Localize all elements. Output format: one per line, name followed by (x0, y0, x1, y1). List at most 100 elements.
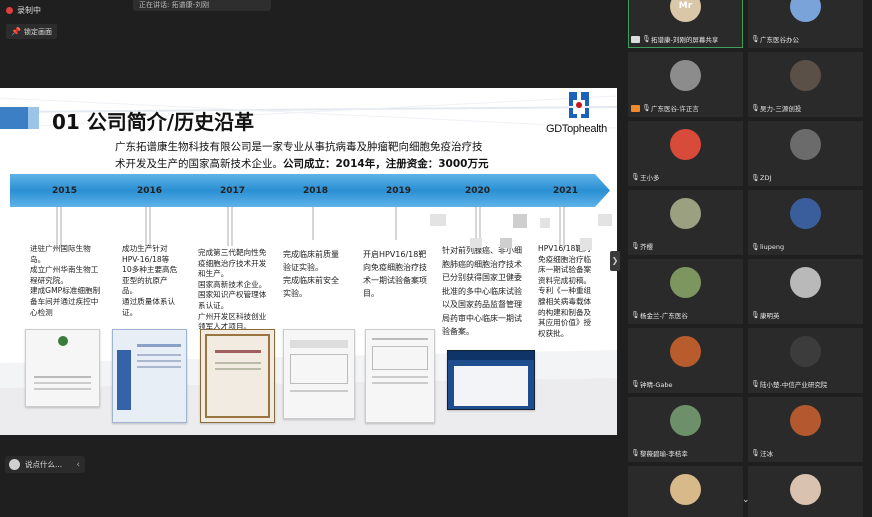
chat-placeholder: 说点什么... (25, 460, 63, 469)
participant-name: 吴力-三源创投 (760, 105, 802, 113)
mic-muted-icon: 🎙 (631, 449, 640, 457)
meeting-window: 录制中 📌 锁定画面 正在讲话: 拓谱康-刘刚 01 公司简介/历史沿革 GDT… (0, 0, 872, 517)
report-document-image (283, 329, 355, 419)
screen-share-icon (631, 35, 640, 43)
participant-name-row: 🎙 芥樱 (631, 241, 653, 251)
participant-name-row: 🎙 liupeng (751, 243, 784, 251)
participant-tile[interactable] (748, 466, 863, 517)
participant-tile[interactable]: 🎙 杨金兰-广东医谷 (628, 259, 743, 324)
shared-slide: 01 公司简介/历史沿革 GDTophealth 广东拓谱康生物科技有限公司是一… (0, 88, 617, 435)
participant-name-row: 🎙 吴力-三源创投 (751, 103, 801, 113)
host-badge-icon (631, 104, 640, 112)
deco-block (430, 214, 446, 226)
company-intro: 广东拓谱康生物科技有限公司是一家专业从事抗病毒及肿瘤靶向细胞免疫治疗技 术开发及… (115, 139, 495, 173)
mic-muted-icon: 🎙 (631, 173, 640, 181)
year-2016: 2016 (137, 186, 163, 196)
milestone-2019: 开启HPV16/18靶向免疫细胞治疗技术一期试验备案项目。 (363, 250, 427, 298)
participant-avatar (790, 129, 821, 160)
mic-muted-icon: 🎙 (751, 104, 760, 112)
deco-block (513, 214, 527, 228)
participant-tile[interactable] (628, 466, 743, 517)
participant-tile[interactable]: 🎙 汪冰 (748, 397, 863, 462)
participant-avatar (670, 474, 701, 505)
chevron-left-icon[interactable]: ‹ (76, 460, 80, 470)
mic-muted-icon: 🎙 (631, 242, 640, 250)
certificate-image (25, 329, 100, 407)
participant-name: 钟晴-Gabe (640, 381, 673, 389)
mic-muted-icon: 🎙 (642, 104, 651, 112)
year-2015: 2015 (52, 186, 78, 196)
pin-icon: 📌 (11, 27, 21, 36)
iso-certificate-image (112, 329, 187, 423)
deco-block (470, 238, 482, 248)
participant-avatar (790, 267, 821, 298)
chevron-down-icon[interactable]: ⌄ (742, 495, 750, 505)
chat-input-bar[interactable]: 说点什么... ‹ (5, 456, 85, 473)
collapse-panel-button[interactable]: ❯ (610, 251, 620, 271)
year-2020: 2020 (465, 186, 491, 196)
participant-tile[interactable]: 🎙 广东医谷办公 (748, 0, 863, 48)
recording-indicator[interactable]: 录制中 (6, 2, 41, 18)
participant-avatar (670, 198, 701, 229)
intro-bold: 公司成立：2014年，注册资金：3000万元 (283, 158, 489, 170)
participant-name-row: 🎙 拓谱康-刘刚的屏幕共享 (631, 34, 718, 44)
participant-name-row: 🎙 黎薇碧瑜-李桔幸 (631, 448, 688, 458)
participant-name: 芥樱 (640, 243, 653, 251)
participant-name-row: 🎙 康明英 (751, 310, 780, 320)
participant-name: 王小多 (640, 174, 660, 182)
participant-name: 杨金兰-广东医谷 (640, 312, 688, 320)
year-2017: 2017 (220, 186, 246, 196)
participant-name-row: 🎙 ZDJ (751, 174, 771, 182)
pin-view-button[interactable]: 📌 锁定画面 (6, 24, 57, 39)
deco-block (598, 214, 612, 226)
participant-tile[interactable]: Mr 🎙 拓谱康-刘刚的屏幕共享 (628, 0, 743, 48)
deco-block (540, 218, 550, 228)
milestone-2018: 完成临床前质量验证实验。 完成临床前安全实验。 (283, 250, 339, 298)
participant-avatar (790, 198, 821, 229)
mic-muted-icon: 🎙 (751, 380, 760, 388)
intro-plain: 术开发及生产的国家高新技术企业。 (115, 158, 283, 170)
participant-tile[interactable]: 🎙 liupeng (748, 190, 863, 255)
year-2018: 2018 (303, 186, 329, 196)
participant-avatar (790, 474, 821, 505)
participant-avatar (670, 405, 701, 436)
participant-name: 广东医谷-许正言 (651, 105, 699, 113)
deco-block (500, 238, 512, 248)
participant-tile[interactable]: 🎙 钟晴-Gabe (628, 328, 743, 393)
participant-avatar-text: Mr (678, 1, 693, 11)
participant-tile[interactable]: 🎙 广东医谷-许正言 (628, 52, 743, 117)
participant-tile[interactable]: 🎙 芥樱 (628, 190, 743, 255)
mic-muted-icon: 🎙 (751, 174, 760, 182)
participant-name-row: 🎙 陆小楚-中信产业研究院 (751, 379, 827, 389)
mic-muted-icon: 🎙 (642, 35, 651, 43)
year-2021: 2021 (553, 186, 579, 196)
participant-name: 陆小楚-中信产业研究院 (760, 381, 828, 389)
participant-name: 拓谱康-刘刚的屏幕共享 (651, 36, 719, 44)
mic-muted-icon: 🎙 (751, 243, 760, 251)
participant-tile[interactable]: 🎙 陆小楚-中信产业研究院 (748, 328, 863, 393)
company-logo-text: GDTophealth (546, 123, 607, 135)
milestone-2017: 完成第三代靶向性免疫细胞治疗技术开发和生产。 国家高新技术企业。 国家知识产权管… (198, 248, 267, 332)
participant-avatar (790, 405, 821, 436)
participant-avatar (790, 0, 821, 22)
participant-tile[interactable]: 🎙 黎薇碧瑜-李桔幸 (628, 397, 743, 462)
participant-name: 广东医谷办公 (760, 36, 799, 44)
deco-block (580, 238, 592, 250)
participant-name-row: 🎙 杨金兰-广东医谷 (631, 310, 688, 320)
mic-muted-icon: 🎙 (631, 380, 640, 388)
record-dot-icon (6, 6, 13, 14)
participant-name: 康明英 (760, 312, 780, 320)
mic-muted-icon: 🎙 (751, 35, 760, 43)
approval-document-image (365, 329, 435, 423)
participant-avatar (670, 60, 701, 91)
mic-muted-icon: 🎙 (631, 311, 640, 319)
pin-label: 锁定画面 (23, 27, 52, 36)
intro-line-1: 广东拓谱康生物科技有限公司是一家专业从事抗病毒及肿瘤靶向细胞免疫治疗技 (115, 141, 483, 153)
participant-tile[interactable]: 🎙 王小多 (628, 121, 743, 186)
participant-tile[interactable]: 🎙 ZDJ (748, 121, 863, 186)
recording-label: 录制中 (17, 5, 41, 15)
participant-tile[interactable]: 🎙 康明英 (748, 259, 863, 324)
participant-name-row: 🎙 王小多 (631, 172, 660, 182)
participant-tile[interactable]: 🎙 吴力-三源创投 (748, 52, 863, 117)
participant-name: ZDJ (760, 174, 772, 182)
